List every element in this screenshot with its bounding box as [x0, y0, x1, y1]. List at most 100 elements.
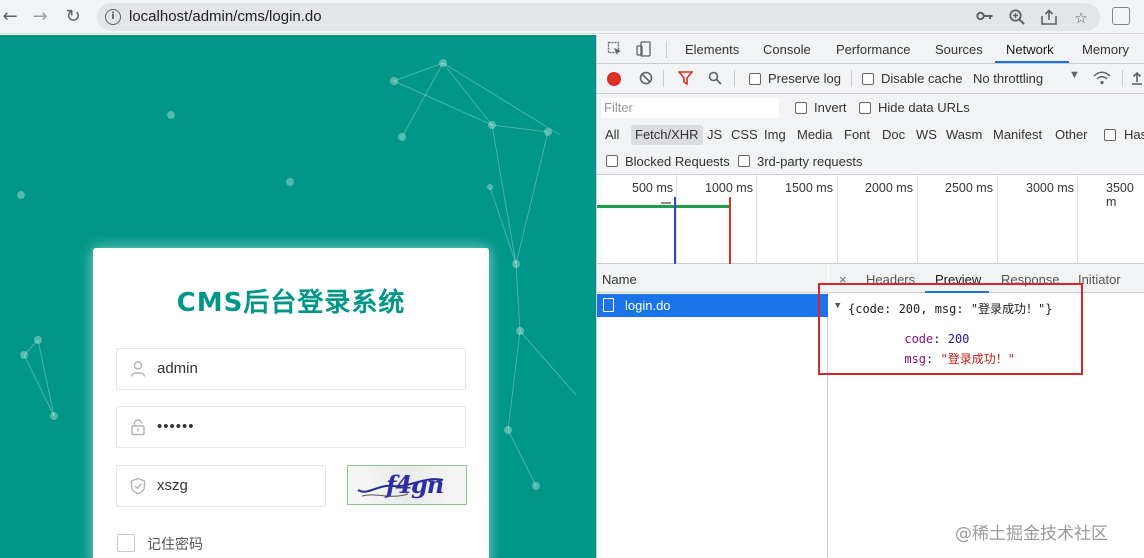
type-font[interactable]: Font	[840, 125, 874, 145]
tab-console[interactable]: Console	[763, 42, 811, 57]
timeline-label: 1000 ms	[705, 181, 753, 195]
search-icon[interactable]	[707, 71, 723, 87]
hide-data-urls-label: Hide data URLs	[878, 100, 970, 115]
remember-label: 记住密码	[147, 537, 203, 553]
hide-data-urls-checkbox[interactable]	[859, 102, 871, 114]
captcha-text: f4gn	[386, 470, 444, 499]
toolbar-divider	[663, 70, 664, 87]
preserve-log-label: Preserve log	[768, 71, 841, 86]
type-manifest[interactable]: Manifest	[989, 125, 1046, 145]
type-doc[interactable]: Doc	[878, 125, 909, 145]
disable-cache-checkbox[interactable]	[862, 73, 874, 85]
watermark-text: @稀土掘金技术社区	[955, 524, 1108, 544]
record-icon[interactable]	[607, 72, 621, 86]
device-toolbar-icon[interactable]	[636, 41, 652, 57]
login-page: CMS后台登录系统 admin •••••• xszg f4gn 记住密码	[0, 35, 596, 558]
active-tab-indicator	[995, 61, 1069, 63]
type-ws[interactable]: WS	[912, 125, 941, 145]
tab-initiator[interactable]: Initiator	[1078, 272, 1121, 287]
reload-icon[interactable]: ↻	[61, 5, 85, 29]
load-event-marker	[729, 197, 731, 264]
devtools-tabbar: Elements Console Performance Sources Net…	[597, 35, 1144, 64]
disable-cache-label: Disable cache	[881, 71, 963, 86]
extension-icon[interactable]	[1112, 7, 1130, 25]
timeline-label: 1500 ms	[785, 181, 833, 195]
timeline-gridline	[837, 175, 838, 264]
blocked-requests-checkbox[interactable]	[606, 155, 618, 167]
password-value: ••••••	[157, 418, 195, 435]
user-icon	[130, 361, 146, 377]
username-input[interactable]: admin	[116, 348, 466, 390]
invert-checkbox[interactable]	[795, 102, 807, 114]
type-fetch-xhr[interactable]: Fetch/XHR	[631, 125, 703, 145]
shield-check-icon	[130, 477, 146, 495]
address-bar[interactable]: i localhost/admin/cms/login.do ☆	[97, 3, 1100, 31]
timeline-gridline	[756, 175, 757, 264]
zoom-icon[interactable]	[1007, 8, 1027, 28]
tab-network[interactable]: Network	[1006, 42, 1054, 57]
remember-checkbox[interactable]	[117, 534, 135, 552]
highlight-annotation-box	[818, 283, 1083, 375]
browser-toolbar: ← → ↻ i localhost/admin/cms/login.do ☆	[0, 0, 1144, 34]
timeline-label: 3500 m	[1106, 181, 1134, 209]
captcha-image[interactable]: f4gn	[347, 465, 467, 505]
tab-performance[interactable]: Performance	[836, 42, 910, 57]
tab-sources[interactable]: Sources	[935, 42, 983, 57]
toolbar-divider	[851, 70, 852, 87]
dom-content-loaded-marker	[674, 197, 676, 264]
filter-input[interactable]: Filter	[601, 98, 779, 118]
name-column-header[interactable]: Name	[597, 264, 828, 293]
tab-elements[interactable]: Elements	[685, 42, 739, 57]
captcha-input-value: xszg	[157, 477, 188, 494]
timeline-gridline	[1077, 175, 1078, 264]
invert-label: Invert	[814, 100, 847, 115]
timeline-label: 2000 ms	[865, 181, 913, 195]
key-icon[interactable]	[975, 8, 995, 28]
forward-arrow-icon[interactable]: →	[28, 5, 52, 29]
dropdown-arrow-icon[interactable]: ▼	[1069, 69, 1080, 81]
import-har-icon[interactable]	[1129, 71, 1144, 87]
type-wasm[interactable]: Wasm	[942, 125, 986, 145]
resource-type-filters: All Fetch/XHR JS CSS Img Media Font Doc …	[597, 123, 1144, 149]
url-text[interactable]: localhost/admin/cms/login.do	[129, 8, 322, 25]
timeline-gridline	[676, 175, 677, 264]
has-blocked-cookies-checkbox[interactable]	[1104, 129, 1116, 141]
third-party-checkbox[interactable]	[738, 155, 750, 167]
blocked-requests-row: Blocked Requests 3rd-party requests	[597, 149, 1144, 175]
network-overview-timeline[interactable]: 500 ms 1000 ms 1500 ms 2000 ms 2500 ms 3…	[597, 175, 1144, 264]
star-icon[interactable]: ☆	[1071, 8, 1091, 28]
captcha-input[interactable]: xszg	[116, 465, 326, 507]
tabbar-divider	[666, 41, 667, 58]
inspect-element-icon[interactable]	[607, 41, 623, 57]
share-icon[interactable]	[1039, 8, 1059, 28]
password-input[interactable]: ••••••	[116, 406, 466, 448]
timeline-request-bar	[597, 205, 729, 208]
username-value: admin	[157, 360, 198, 377]
toolbar-divider	[1122, 70, 1123, 87]
request-row-login[interactable]: login.do	[597, 294, 828, 317]
network-conditions-icon[interactable]	[1093, 71, 1111, 87]
back-arrow-icon[interactable]: ←	[0, 5, 22, 29]
throttling-select[interactable]: No throttling	[973, 71, 1043, 86]
tab-memory[interactable]: Memory	[1082, 42, 1129, 57]
filter-funnel-icon[interactable]	[676, 71, 694, 87]
request-list: Name login.do	[597, 264, 828, 558]
type-css[interactable]: CSS	[727, 125, 762, 145]
has-blocked-cookies-label: Has	[1124, 127, 1144, 142]
clear-icon[interactable]	[638, 71, 654, 87]
network-toolbar: Preserve log Disable cache No throttling…	[597, 64, 1144, 94]
type-media[interactable]: Media	[793, 125, 836, 145]
timeline-label: 500 ms	[632, 181, 673, 195]
toolbar-divider	[734, 70, 735, 87]
timeline-label: 2500 ms	[945, 181, 993, 195]
login-title: CMS后台登录系统	[176, 288, 406, 318]
lock-icon	[131, 419, 145, 436]
preserve-log-checkbox[interactable]	[749, 73, 761, 85]
info-icon[interactable]: i	[105, 9, 121, 25]
type-js[interactable]: JS	[703, 125, 726, 145]
type-img[interactable]: Img	[760, 125, 790, 145]
type-other[interactable]: Other	[1051, 125, 1092, 145]
filter-row: Filter Invert Hide data URLs	[597, 95, 1144, 123]
login-card: CMS后台登录系统 admin •••••• xszg f4gn 记住密码	[93, 248, 489, 558]
type-all[interactable]: All	[601, 125, 623, 145]
